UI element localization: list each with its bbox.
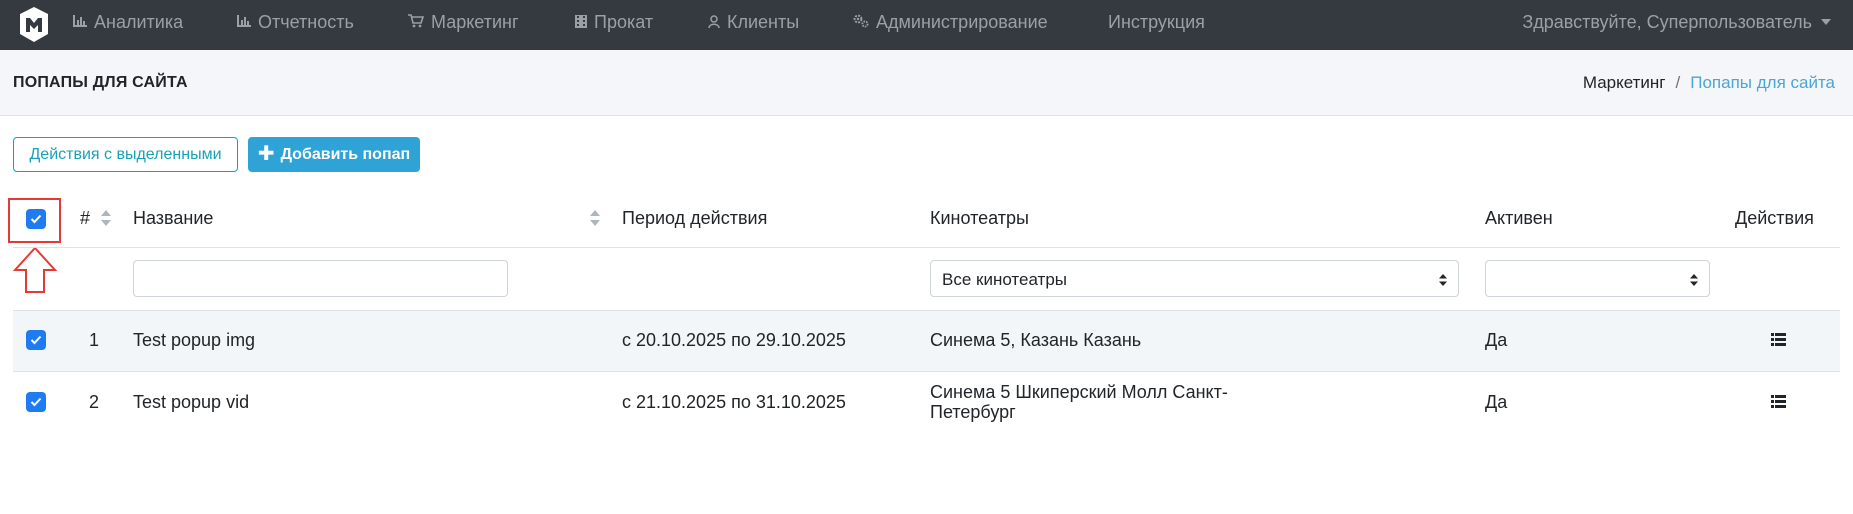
row-cinemas: Синема 5, Казань Казань (930, 330, 1142, 350)
row-checkbox[interactable] (26, 330, 46, 350)
breadcrumb-item-marketing[interactable]: Маркетинг (1583, 73, 1666, 92)
chevron-down-icon (1821, 19, 1831, 26)
row-cinemas: Синема 5 Шкиперский Молл Санкт- (930, 382, 1228, 402)
column-header-number[interactable]: # (80, 208, 90, 229)
column-header-period: Период действия (622, 208, 768, 228)
divider (13, 310, 1840, 311)
breadcrumb: Маркетинг / Попапы для сайта (1583, 73, 1835, 93)
list-icon[interactable] (1771, 333, 1786, 346)
row-cinemas-continued: Петербург (930, 402, 1016, 422)
name-filter-input[interactable] (133, 260, 508, 297)
active-filter-select[interactable] (1485, 260, 1710, 297)
nav-item-label: Клиенты (727, 12, 800, 32)
nav-item-label: Прокат (594, 12, 654, 32)
row-number: 2 (89, 392, 100, 412)
cinemas-filter-select[interactable]: Все кинотеатры (930, 260, 1459, 297)
column-header-label: Название (133, 208, 214, 228)
nav-item-analytics[interactable]: Аналитика (73, 0, 183, 44)
cart-icon (408, 14, 424, 28)
sort-icon[interactable] (589, 208, 601, 228)
row-active: Да (1485, 330, 1508, 350)
nav-item-administration[interactable]: Администрирование (853, 0, 1048, 44)
user-menu[interactable]: Здравствуйте, Суперпользователь (1522, 0, 1831, 44)
nav-item-label: Администрирование (876, 12, 1048, 32)
nav-item-label: Маркетинг (431, 12, 519, 32)
bar-chart-icon (237, 15, 251, 28)
list-icon[interactable] (1771, 395, 1786, 408)
breadcrumb-separator: / (1675, 73, 1681, 92)
nav-item-label: Отчетность (258, 12, 354, 32)
column-header-cinemas: Кинотеатры (930, 208, 1029, 228)
select-arrows-icon (1690, 274, 1698, 286)
column-header-actions: Действия (1735, 208, 1814, 228)
user-greeting: Здравствуйте, Суперпользователь (1522, 12, 1812, 32)
nav-item-instructions[interactable]: Инструкция (1108, 0, 1205, 44)
add-popup-button[interactable]: ✚ Добавить попап (248, 137, 420, 172)
table-row (13, 310, 1840, 371)
page-title: ПОПАПЫ ДЛЯ САЙТА (13, 74, 188, 91)
add-popup-label: Добавить попап (280, 146, 411, 163)
bulk-actions-button[interactable]: Действия с выделенными (13, 137, 238, 172)
breadcrumb-item-current: Попапы для сайта (1690, 73, 1835, 92)
row-name: Test popup vid (133, 392, 250, 412)
nav-item-marketing[interactable]: Маркетинг (408, 0, 519, 44)
plus-icon: ✚ (257, 143, 275, 165)
nav-item-clients[interactable]: Клиенты (708, 0, 799, 44)
gears-icon (853, 14, 869, 28)
select-arrows-icon (1439, 274, 1447, 286)
logo[interactable] (18, 4, 50, 44)
user-icon (708, 15, 720, 28)
checkmark-icon (30, 335, 42, 345)
nav-item-label: Аналитика (94, 12, 184, 32)
page-header: ПОПАПЫ ДЛЯ САЙТА Маркетинг / Попапы для са… (0, 50, 1853, 116)
divider (13, 371, 1840, 372)
row-period: с 21.10.2025 по 31.10.2025 (622, 392, 846, 412)
film-icon (575, 14, 587, 28)
cinemas-filter-value: Все кинотеатры (942, 270, 1068, 289)
bar-chart-icon (73, 15, 87, 28)
row-active: Да (1485, 392, 1508, 412)
row-name: Test popup img (133, 330, 256, 350)
column-header-active: Активен (1485, 208, 1553, 228)
row-checkbox[interactable] (26, 392, 46, 412)
annotation-highlight-box (8, 198, 61, 243)
annotation-arrow-up-icon (13, 246, 57, 293)
column-header-name[interactable]: Название (133, 208, 213, 229)
nav-item-label: Инструкция (1108, 12, 1205, 32)
divider (13, 247, 1840, 248)
column-header-label: # (80, 208, 91, 228)
checkmark-icon (30, 397, 42, 407)
top-navbar: Аналитика Отчетность Маркетинг Прокат Кл… (0, 0, 1853, 50)
row-period: с 20.10.2025 по 29.10.2025 (622, 330, 846, 350)
row-number: 1 (89, 330, 100, 350)
nav-item-reports[interactable]: Отчетность (237, 0, 354, 44)
sort-icon[interactable] (100, 208, 112, 228)
nav-item-rental[interactable]: Прокат (575, 0, 653, 44)
